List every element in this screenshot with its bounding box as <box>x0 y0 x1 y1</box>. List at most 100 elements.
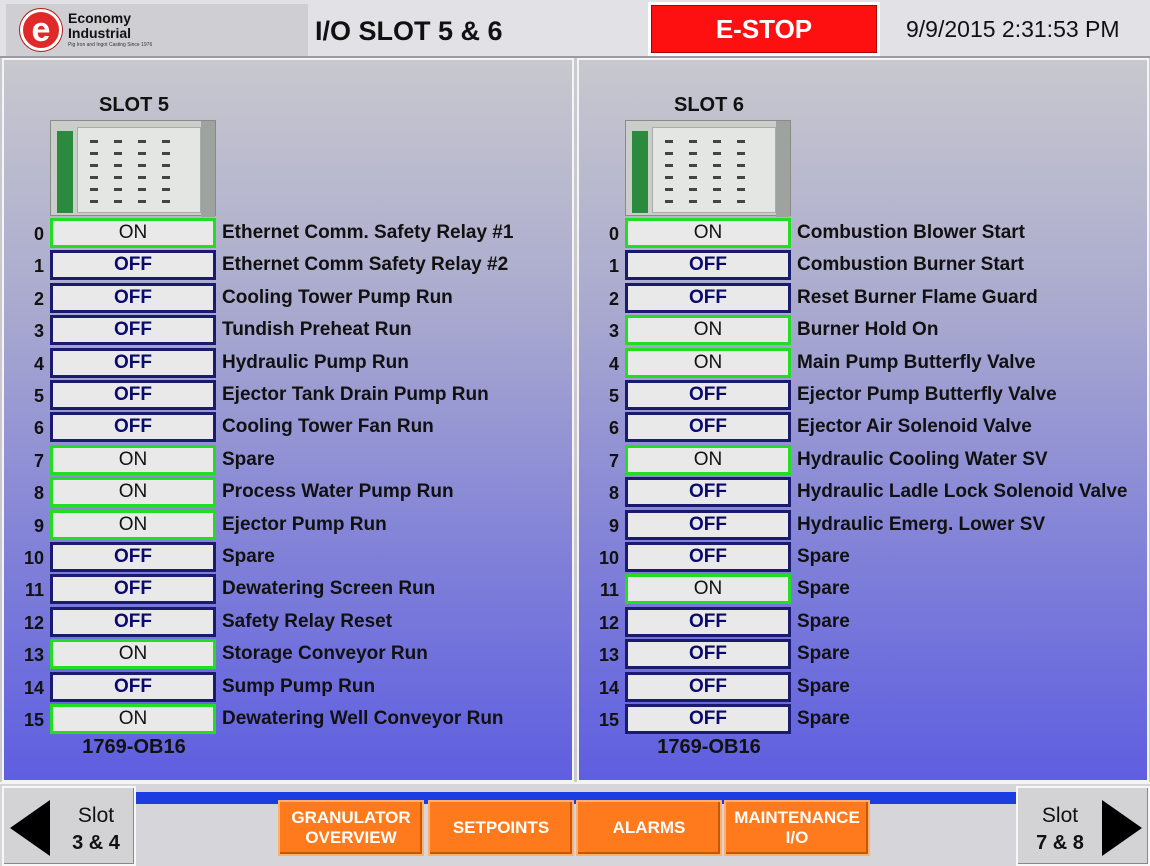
prev-slot-button[interactable]: Slot 3 & 4 <box>2 786 136 866</box>
channel-row: 2 OFF Reset Burner Flame Guard <box>579 282 1149 313</box>
channel-state-indicator: OFF <box>625 704 791 734</box>
prev-slot-number: 3 & 4 <box>72 832 120 854</box>
channel-state-indicator: OFF <box>625 639 791 670</box>
channel-row: 15 OFF Spare <box>579 704 1149 734</box>
next-slot-label: Slot <box>1041 804 1079 827</box>
channel-index: 0 <box>608 224 619 244</box>
channel-index: 0 <box>33 224 44 244</box>
channel-state-indicator: OFF <box>625 509 791 540</box>
alarms-button[interactable]: ALARMS <box>576 800 722 856</box>
channel-row: 0 ON Ethernet Comm. Safety Relay #1 <box>4 218 574 248</box>
channel-row: 3 ON Burner Hold On <box>579 315 1149 346</box>
slot-5-panel: SLOT 5 0 ON Ethernet Comm. Safety Relay #1… <box>2 58 574 782</box>
channel-index: 5 <box>33 386 44 406</box>
channel-description: Ethernet Comm Safety Relay #2 <box>222 254 509 276</box>
channel-state-indicator: OFF <box>625 282 791 313</box>
next-slot-number: 7 & 8 <box>1036 832 1084 854</box>
channel-description: Ejector Pump Butterfly Valve <box>797 384 1057 405</box>
module-part-number: 1769-OB16 <box>657 736 761 758</box>
channel-row: 5 OFF Ejector Tank Drain Pump Run <box>4 380 574 410</box>
channel-row: 7 ON Spare <box>4 444 574 475</box>
channel-description: Cooling Tower Pump Run <box>222 286 453 308</box>
channel-index: 2 <box>608 288 619 309</box>
channel-state-indicator: ON <box>625 444 791 475</box>
channel-description: Spare <box>797 546 850 567</box>
channel-description: Burner Hold On <box>797 319 939 341</box>
channel-index: 12 <box>23 612 44 633</box>
io-module-image <box>50 120 216 217</box>
channel-row: 11 OFF Dewatering Screen Run <box>4 574 574 605</box>
channel-state-indicator: ON <box>625 347 791 378</box>
estop-button[interactable]: E-STOP <box>648 2 880 56</box>
channel-description: Cooling Tower Fan Run <box>222 416 434 438</box>
channel-state-indicator: ON <box>50 704 216 734</box>
channel-index: 4 <box>33 353 44 374</box>
logo-text-line1: Economy <box>68 10 132 26</box>
channel-description: Storage Conveyor Run <box>222 643 428 665</box>
channel-row: 1 OFF Combustion Burner Start <box>579 250 1149 281</box>
channel-description: Spare <box>222 546 275 567</box>
channel-row: 2 OFF Cooling Tower Pump Run <box>4 282 574 313</box>
channel-state-indicator: OFF <box>625 380 791 410</box>
channel-state-indicator: ON <box>50 444 216 475</box>
channel-description: Ejector Tank Drain Pump Run <box>222 384 489 405</box>
channel-index: 15 <box>598 710 619 730</box>
channel-description: Process Water Pump Run <box>222 481 454 503</box>
channel-description: Combustion Blower Start <box>797 222 1026 243</box>
channel-description: Tundish Preheat Run <box>222 319 412 341</box>
channel-index: 14 <box>598 677 619 698</box>
channel-index: 6 <box>33 418 44 439</box>
channel-description: Hydraulic Ladle Lock Solenoid Valve <box>797 481 1128 503</box>
channel-index: 11 <box>24 580 44 601</box>
channel-description: Main Pump Butterfly Valve <box>797 351 1036 373</box>
channel-row: 4 ON Main Pump Butterfly Valve <box>579 347 1149 378</box>
channel-state-indicator: ON <box>625 315 791 346</box>
channel-row: 3 OFF Tundish Preheat Run <box>4 315 574 346</box>
channel-row: 5 OFF Ejector Pump Butterfly Valve <box>579 380 1149 410</box>
channel-index: 2 <box>33 288 44 309</box>
channel-index: 8 <box>33 483 44 504</box>
channel-description: Safety Relay Reset <box>222 610 393 632</box>
maintenance-io-button[interactable]: MAINTENANCE I/O <box>724 800 870 856</box>
channel-description: Hydraulic Cooling Water SV <box>797 448 1048 470</box>
channel-index: 9 <box>608 515 619 536</box>
channel-row: 13 OFF Spare <box>579 639 1149 670</box>
setpoints-button[interactable]: SETPOINTS <box>428 800 574 856</box>
io-module-image <box>625 120 791 217</box>
channel-index: 5 <box>608 386 619 406</box>
channel-index: 3 <box>608 321 619 342</box>
granulator-overview-button[interactable]: GRANULATOR OVERVIEW <box>278 800 424 856</box>
channel-state-indicator: OFF <box>625 542 791 572</box>
channel-row: 1 OFF Ethernet Comm Safety Relay #2 <box>4 250 574 281</box>
channel-row: 12 OFF Safety Relay Reset <box>4 606 574 637</box>
channel-state-indicator: OFF <box>50 347 216 378</box>
channel-state-indicator: OFF <box>625 671 791 702</box>
arrow-left-icon <box>10 800 50 856</box>
channel-state-indicator: OFF <box>625 477 791 508</box>
channel-index: 9 <box>33 515 44 536</box>
channel-index: 10 <box>23 548 44 568</box>
channel-row: 15 ON Dewatering Well Conveyor Run <box>4 704 574 734</box>
channel-row: 11 ON Spare <box>579 574 1149 605</box>
logo-tagline: Pig Iron and Ingot Casting Since 1976 <box>68 42 153 48</box>
channel-state-indicator: OFF <box>50 606 216 637</box>
channel-state-indicator: OFF <box>50 282 216 313</box>
footer-nav: Slot 3 & 4 GRANULATOR OVERVIEW SETPOINTS… <box>0 782 1150 866</box>
channel-state-indicator: OFF <box>625 412 791 443</box>
channel-state-indicator: OFF <box>50 412 216 443</box>
channel-row: 6 OFF Ejector Air Solenoid Valve <box>579 412 1149 443</box>
channel-state-indicator: ON <box>50 218 216 248</box>
channel-index: 1 <box>33 256 44 277</box>
company-logo: e Economy Industrial Pig Iron and Ingot … <box>6 4 308 56</box>
next-slot-button[interactable]: Slot 7 & 8 <box>1016 786 1150 866</box>
channel-index: 10 <box>598 548 619 568</box>
slot-6-panel: SLOT 6 0 ON Combustion Blower Start 1 OFF Com… <box>577 58 1149 782</box>
logo-text-line2: Industrial <box>68 25 132 41</box>
channel-description: Spare <box>222 448 275 470</box>
datetime-display: 9/9/2015 2:31:53 PM <box>906 16 1120 42</box>
channel-description: Dewatering Well Conveyor Run <box>222 708 504 729</box>
channel-row: 10 OFF Spare <box>4 542 574 572</box>
channel-description: Ethernet Comm. Safety Relay #1 <box>222 222 514 243</box>
channel-row: 8 OFF Hydraulic Ladle Lock Solenoid Valve <box>579 477 1149 508</box>
channel-state-indicator: OFF <box>50 574 216 605</box>
